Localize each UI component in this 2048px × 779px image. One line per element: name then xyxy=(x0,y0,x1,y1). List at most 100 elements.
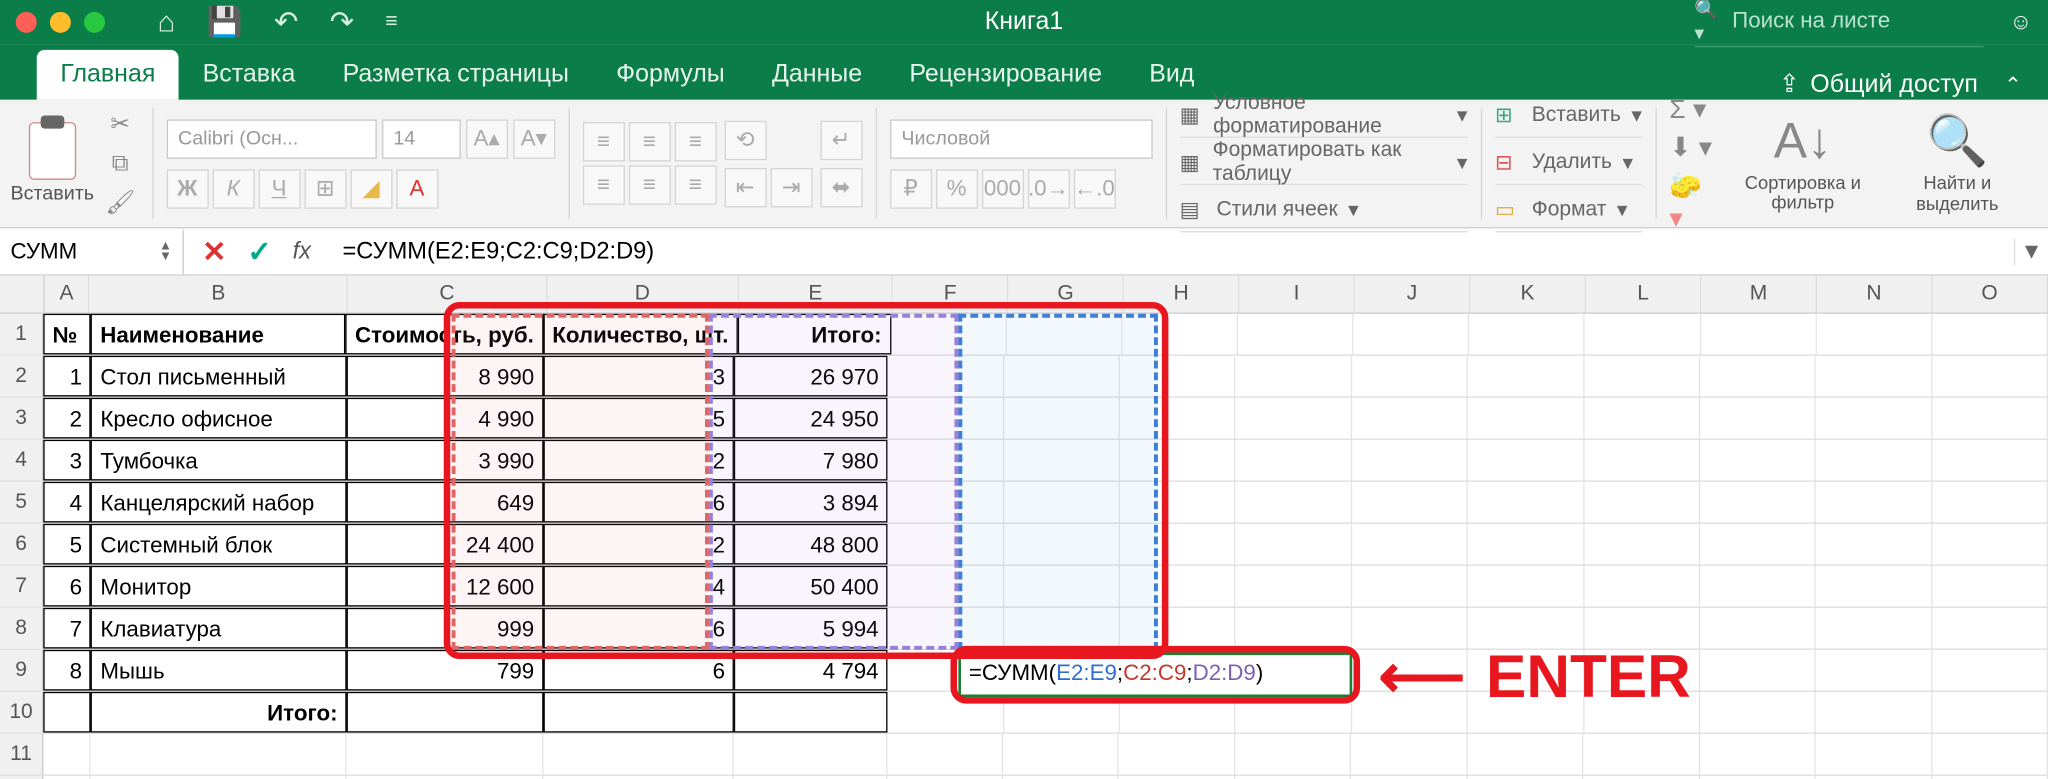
tab-formulas[interactable]: Формулы xyxy=(593,50,749,100)
cell[interactable] xyxy=(1352,566,1468,607)
cell[interactable]: 5 xyxy=(543,398,734,439)
cell[interactable] xyxy=(1120,398,1236,439)
cell[interactable] xyxy=(1932,440,2048,481)
cell[interactable] xyxy=(1816,692,1932,733)
cell[interactable] xyxy=(1469,314,1585,355)
cell[interactable]: 5 994 xyxy=(734,608,888,649)
cell[interactable] xyxy=(1816,608,1932,649)
cell[interactable] xyxy=(1352,482,1468,523)
cut-button[interactable]: ✂ xyxy=(102,108,139,140)
table-row[interactable]: 87Клавиатура99965 994 xyxy=(0,608,2048,650)
cell[interactable]: 4 xyxy=(43,482,91,523)
align-middle-button[interactable]: ≡ xyxy=(628,122,670,161)
collapse-ribbon-icon[interactable]: ⌃ xyxy=(2004,72,2022,98)
cell[interactable]: № xyxy=(43,314,91,355)
cell[interactable]: 5 xyxy=(43,524,91,565)
cell[interactable]: 8 xyxy=(43,650,91,691)
cell[interactable] xyxy=(1003,734,1119,775)
cell[interactable] xyxy=(347,692,544,733)
tab-insert[interactable]: Вставка xyxy=(179,50,319,100)
cell[interactable] xyxy=(1584,524,1700,565)
cell[interactable] xyxy=(1236,482,1352,523)
cell-styles-button[interactable]: ▤Стили ячеек ▾ xyxy=(1180,190,1468,232)
cell[interactable]: Стоимость, руб. xyxy=(346,314,543,355)
cell[interactable] xyxy=(888,566,1004,607)
cell[interactable] xyxy=(1468,440,1584,481)
accept-formula-button[interactable]: ✓ xyxy=(247,234,271,268)
cell[interactable] xyxy=(1584,440,1700,481)
cell[interactable]: 4 xyxy=(543,566,734,607)
font-size-select[interactable]: 14 xyxy=(381,119,460,158)
cell[interactable] xyxy=(1352,356,1468,397)
cell[interactable] xyxy=(1816,482,1932,523)
cell[interactable]: Клавиатура xyxy=(91,608,346,649)
col-K[interactable]: K xyxy=(1470,276,1585,313)
tab-review[interactable]: Рецензирование xyxy=(886,50,1126,100)
merge-button[interactable]: ⬌ xyxy=(820,167,862,206)
cell[interactable] xyxy=(1120,524,1236,565)
redo-icon[interactable]: ↷ xyxy=(330,5,354,39)
select-all-corner[interactable] xyxy=(0,276,45,313)
align-center-button[interactable]: ≡ xyxy=(628,165,670,204)
cell[interactable] xyxy=(1816,734,1932,775)
row-header[interactable]: 5 xyxy=(0,482,43,523)
cell[interactable] xyxy=(1468,524,1584,565)
search-field[interactable]: 🔍▾ xyxy=(1694,0,1983,47)
cell[interactable] xyxy=(1236,524,1352,565)
cell[interactable]: 999 xyxy=(347,608,544,649)
cell[interactable] xyxy=(1584,482,1700,523)
cell[interactable] xyxy=(1700,356,1816,397)
row-header[interactable]: 10 xyxy=(0,692,43,733)
cell[interactable] xyxy=(1932,482,2048,523)
fx-icon[interactable]: fx xyxy=(293,238,311,266)
cell[interactable] xyxy=(1932,314,2048,355)
increase-decimal-button[interactable]: .0→ xyxy=(1027,169,1069,208)
insert-cells-button[interactable]: ⊞Вставить ▾ xyxy=(1495,95,1642,137)
cell[interactable]: 8 990 xyxy=(347,356,544,397)
col-H[interactable]: H xyxy=(1124,276,1239,313)
minimize-window-button[interactable] xyxy=(50,12,71,33)
conditional-formatting-button[interactable]: ▦Условное форматирование ▾ xyxy=(1180,95,1468,137)
table-row[interactable]: 32Кресло офисное4 990524 950 xyxy=(0,398,2048,440)
cell[interactable] xyxy=(1700,440,1816,481)
align-left-button[interactable]: ≡ xyxy=(582,165,624,204)
cell[interactable]: Системный блок xyxy=(91,524,346,565)
cell[interactable]: 799 xyxy=(347,650,544,691)
cell[interactable] xyxy=(1467,734,1583,775)
row-header[interactable]: 2 xyxy=(0,356,43,397)
col-E[interactable]: E xyxy=(739,276,893,313)
cell[interactable] xyxy=(1352,398,1468,439)
cell[interactable] xyxy=(1004,482,1120,523)
cell[interactable] xyxy=(1468,356,1584,397)
share-button[interactable]: ⇪ Общий доступ ⌃ xyxy=(1779,70,2022,100)
percent-button[interactable]: % xyxy=(936,169,978,208)
table-row[interactable]: 21Стол письменный8 990326 970 xyxy=(0,356,2048,398)
fill-button[interactable]: ⬇ ▾ xyxy=(1669,131,1715,164)
close-window-button[interactable] xyxy=(16,12,37,33)
cell[interactable]: 2 xyxy=(43,398,91,439)
cell[interactable]: Стол письменный xyxy=(91,356,346,397)
table-row[interactable]: 54Канцелярский набор64963 894 xyxy=(0,482,2048,524)
tab-view[interactable]: Вид xyxy=(1126,50,1218,100)
increase-font-button[interactable]: A▴ xyxy=(466,119,508,158)
cell[interactable] xyxy=(888,608,1004,649)
more-icon[interactable]: ≡ xyxy=(385,11,397,35)
col-C[interactable]: C xyxy=(348,276,546,313)
cell[interactable] xyxy=(1700,734,1816,775)
cell[interactable] xyxy=(543,692,734,733)
row-header[interactable]: 7 xyxy=(0,566,43,607)
worksheet[interactable]: A B C D E F G H I J K L M N O 1 № Наимен… xyxy=(0,276,2048,779)
col-L[interactable]: L xyxy=(1586,276,1701,313)
cell[interactable]: Количество, шт. xyxy=(543,314,738,355)
tab-home[interactable]: Главная xyxy=(37,50,179,100)
col-N[interactable]: N xyxy=(1817,276,1932,313)
cell[interactable] xyxy=(43,692,91,733)
cell[interactable] xyxy=(1816,398,1932,439)
cell[interactable] xyxy=(1700,524,1816,565)
cell[interactable]: 3 xyxy=(543,356,734,397)
cell[interactable] xyxy=(1700,398,1816,439)
cell[interactable] xyxy=(1584,734,1700,775)
cell[interactable] xyxy=(1932,566,2048,607)
cell[interactable] xyxy=(1700,482,1816,523)
cell[interactable] xyxy=(1351,734,1467,775)
